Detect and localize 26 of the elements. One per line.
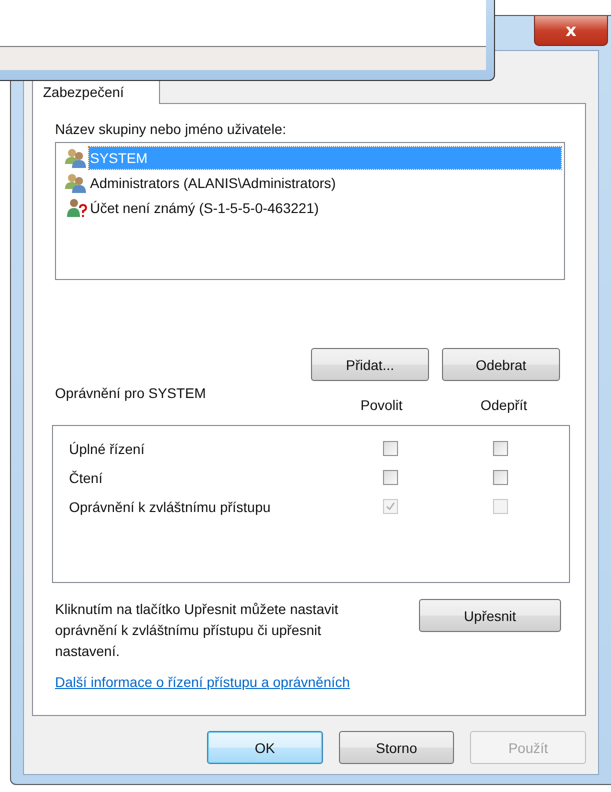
advanced-button[interactable]: Upřesnit <box>419 599 561 632</box>
permission-name: Oprávnění k zvláštnímu přístupu <box>69 498 272 514</box>
users-icon <box>65 172 87 192</box>
checkbox[interactable] <box>382 441 398 456</box>
permission-name: Čtení <box>69 470 104 486</box>
advanced-description: Kliknutím na tlačítko Upřesnit můžete nastavit oprávnění k zvláštnímu přístupu či upřesnit nastavení. <box>55 600 340 661</box>
permission-name: Úplné řízení <box>69 440 146 456</box>
column-header: Povolit <box>359 396 404 413</box>
user-list-item[interactable]: Účet není známý (S-1-5-5-0-463221) <box>89 196 561 218</box>
list-button[interactable]: Odebrat <box>442 348 560 381</box>
list-label: Název skupiny nebo jméno uživatele: <box>55 120 288 138</box>
dialog-button[interactable]: Storno <box>338 731 454 764</box>
user-list-item[interactable]: Administrators (ALANIS\Administrators) <box>89 172 561 194</box>
users-icon <box>65 148 87 168</box>
column-header: Odepřít <box>479 396 528 413</box>
unknown-user-icon <box>65 198 87 218</box>
checkbox[interactable] <box>492 441 508 456</box>
help-link[interactable]: Další informace o řízení přístupu a oprávněních <box>55 674 350 690</box>
list-button[interactable]: Přidat... <box>311 348 429 381</box>
tab[interactable]: Zabezpečení <box>32 80 160 104</box>
permissions-label: Oprávnění pro SYSTEM <box>55 384 207 401</box>
dialog-button[interactable]: OK <box>207 731 323 764</box>
tick-icon <box>384 501 396 512</box>
close-button[interactable]: x <box>534 16 608 46</box>
checkbox[interactable] <box>492 470 508 485</box>
checkbox[interactable] <box>382 470 398 485</box>
